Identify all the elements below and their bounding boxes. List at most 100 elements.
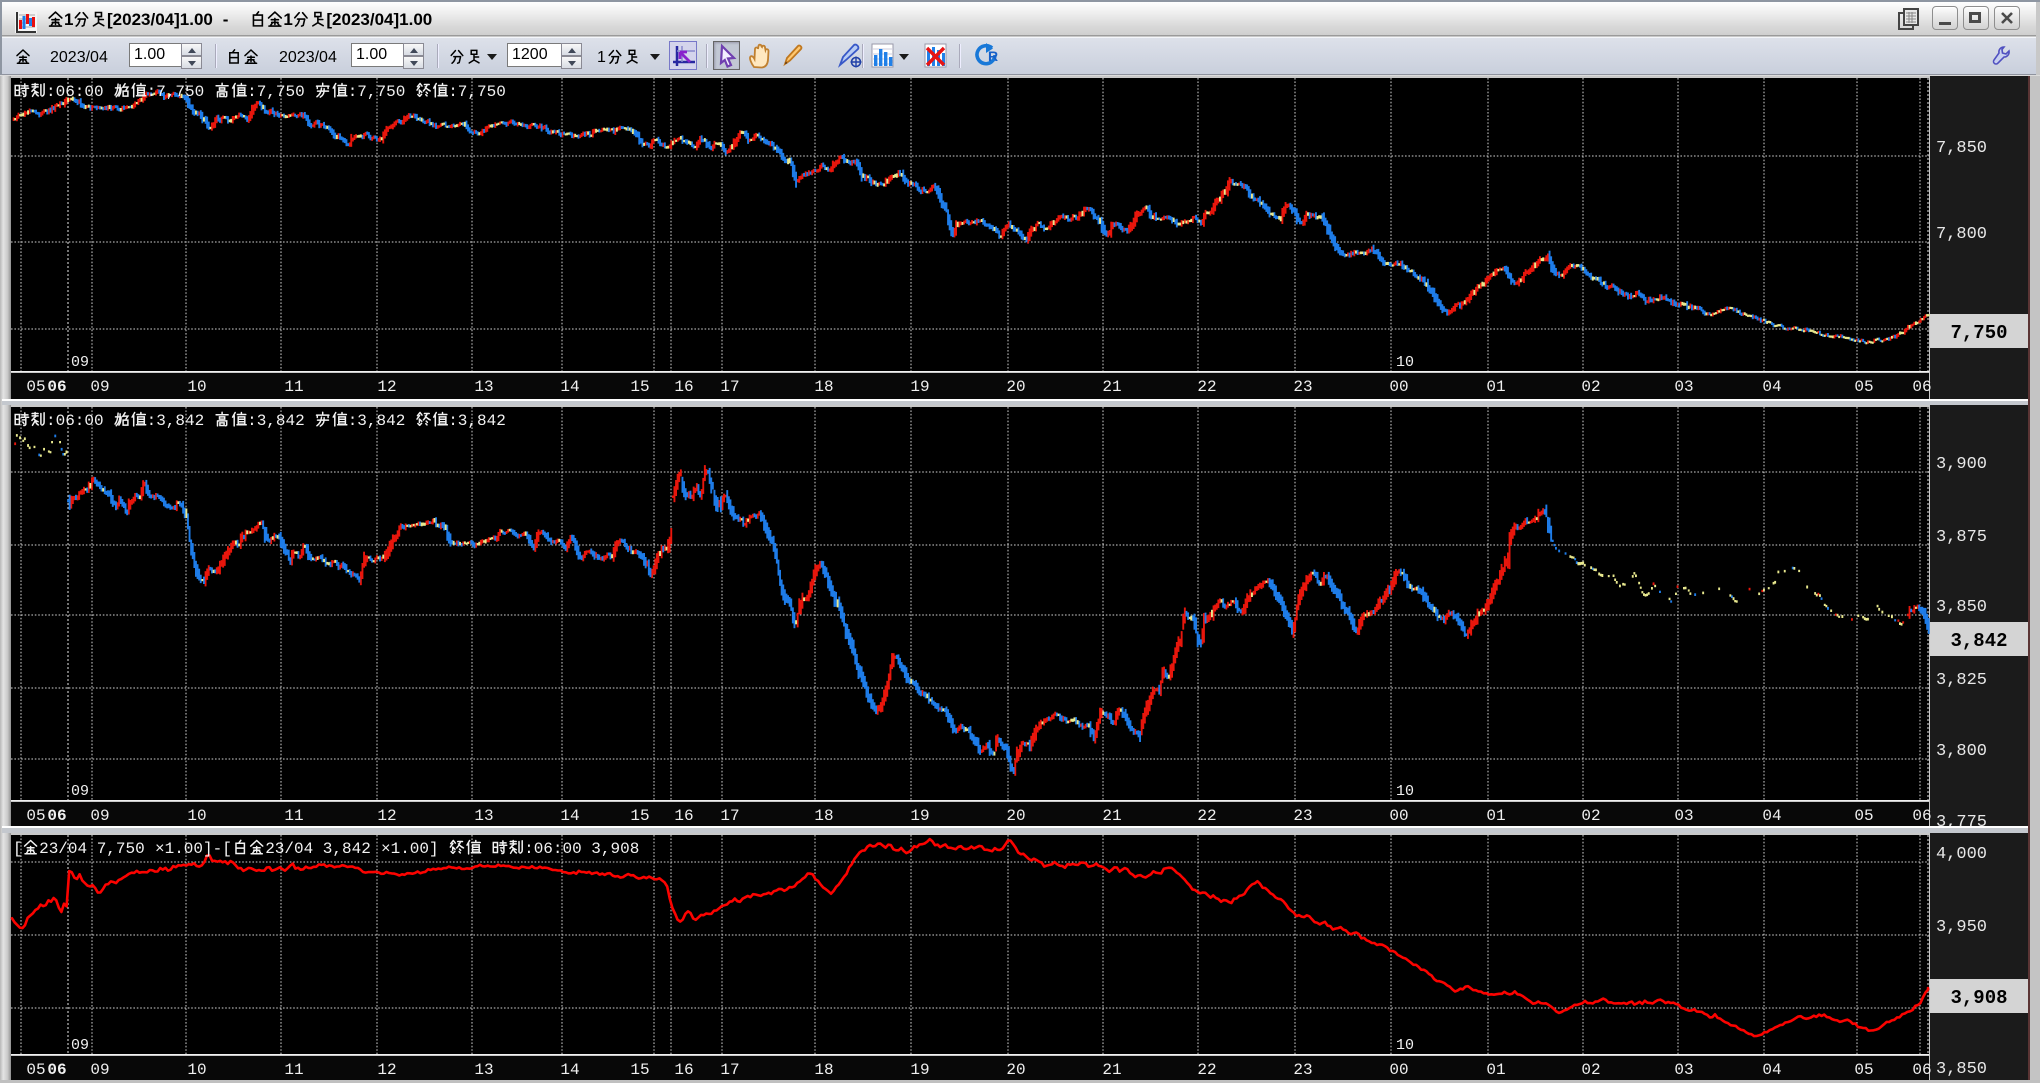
svg-text:22: 22 [1197, 378, 1216, 396]
svg-text:09: 09 [71, 783, 89, 800]
svg-text:21: 21 [1102, 1061, 1121, 1079]
svg-text:23: 23 [1293, 1061, 1312, 1079]
svg-text:04: 04 [1762, 1061, 1781, 1079]
svg-text:00: 00 [1389, 378, 1408, 396]
svg-text:[2023/04]1.00: [2023/04]1.00 [107, 10, 213, 29]
svg-text:23/04 3,842: 23/04 3,842 [265, 840, 371, 858]
svg-text:×: × [155, 840, 165, 858]
svg-text:10: 10 [1396, 1037, 1414, 1054]
svg-text:22: 22 [1197, 807, 1216, 825]
svg-text:×: × [381, 840, 391, 858]
svg-text:12: 12 [377, 1061, 396, 1079]
svg-text:17: 17 [720, 1061, 739, 1079]
svg-text:20: 20 [1006, 1061, 1025, 1079]
svg-text:21: 21 [1102, 807, 1121, 825]
svg-text:09: 09 [90, 378, 109, 396]
svg-text:[: [ [13, 840, 23, 858]
svg-text:19: 19 [910, 1061, 929, 1079]
svg-text::7,750: :7,750 [448, 83, 506, 101]
svg-text:R: R [988, 48, 998, 64]
svg-text:13: 13 [474, 807, 493, 825]
svg-text:05: 05 [1854, 378, 1873, 396]
svg-text:2023/04: 2023/04 [279, 49, 337, 66]
svg-text:23: 23 [1293, 807, 1312, 825]
svg-text:09: 09 [71, 354, 89, 371]
svg-text:06: 06 [1912, 1061, 1931, 1079]
svg-text:3,950: 3,950 [1936, 918, 1987, 937]
svg-text:04: 04 [1762, 807, 1781, 825]
svg-text:1.00]: 1.00] [391, 840, 439, 858]
svg-text:1: 1 [597, 49, 606, 66]
svg-text:23/04 7,750: 23/04 7,750 [39, 840, 145, 858]
svg-text:01: 01 [1486, 1061, 1505, 1079]
svg-text:22: 22 [1197, 1061, 1216, 1079]
svg-text:3,825: 3,825 [1936, 671, 1987, 690]
svg-text:12: 12 [377, 378, 396, 396]
svg-text:7,800: 7,800 [1936, 225, 1987, 244]
svg-text:02: 02 [1581, 378, 1600, 396]
svg-text:03: 03 [1674, 1061, 1693, 1079]
svg-text:1.00]-[: 1.00]-[ [165, 840, 232, 858]
svg-text:21: 21 [1102, 378, 1121, 396]
svg-text:16: 16 [674, 807, 693, 825]
svg-text:-: - [223, 10, 229, 29]
svg-text:18: 18 [814, 1061, 833, 1079]
svg-text::3,842: :3,842 [348, 412, 406, 430]
svg-text:14: 14 [560, 378, 579, 396]
svg-text:17: 17 [720, 807, 739, 825]
svg-text:13: 13 [474, 378, 493, 396]
svg-text:05: 05 [26, 1061, 45, 1079]
svg-text:7,850: 7,850 [1936, 139, 1987, 158]
svg-text:20: 20 [1006, 807, 1025, 825]
svg-text:09: 09 [90, 807, 109, 825]
svg-text:11: 11 [284, 378, 303, 396]
svg-text:00: 00 [1389, 1061, 1408, 1079]
svg-text:00: 00 [1389, 807, 1408, 825]
svg-text:3,800: 3,800 [1936, 742, 1987, 761]
svg-text:09: 09 [71, 1037, 89, 1054]
svg-text::3,842: :3,842 [147, 412, 205, 430]
svg-text:4,000: 4,000 [1936, 845, 1987, 864]
svg-text:7,750: 7,750 [1950, 322, 2007, 344]
svg-text:05: 05 [1854, 1061, 1873, 1079]
svg-text:06: 06 [1912, 378, 1931, 396]
svg-text:14: 14 [560, 807, 579, 825]
svg-text:3,908: 3,908 [1950, 987, 2007, 1009]
svg-text::3,842: :3,842 [448, 412, 506, 430]
svg-text:02: 02 [1581, 1061, 1600, 1079]
svg-text:3,850: 3,850 [1936, 598, 1987, 617]
svg-text::06:00: :06:00 [46, 83, 104, 101]
svg-text:01: 01 [1486, 378, 1505, 396]
svg-text:13: 13 [474, 1061, 493, 1079]
svg-text::7,750: :7,750 [247, 83, 305, 101]
svg-text:10: 10 [187, 378, 206, 396]
svg-text:05: 05 [26, 807, 45, 825]
svg-text:01: 01 [1486, 807, 1505, 825]
svg-text::06:00 3,908: :06:00 3,908 [524, 840, 639, 858]
svg-text:19: 19 [910, 807, 929, 825]
svg-text:1: 1 [283, 10, 292, 29]
svg-text:17: 17 [720, 378, 739, 396]
svg-text:06: 06 [47, 807, 66, 825]
svg-text:03: 03 [1674, 378, 1693, 396]
svg-text:14: 14 [560, 1061, 579, 1079]
svg-text:03: 03 [1674, 807, 1693, 825]
svg-text:2023/04: 2023/04 [50, 49, 108, 66]
svg-text:16: 16 [674, 1061, 693, 1079]
svg-text:06: 06 [47, 1061, 66, 1079]
svg-text:23: 23 [1293, 378, 1312, 396]
svg-text:09: 09 [90, 1061, 109, 1079]
svg-text:20: 20 [1006, 378, 1025, 396]
svg-text:16: 16 [674, 378, 693, 396]
svg-text:06: 06 [47, 378, 66, 396]
svg-text:18: 18 [814, 378, 833, 396]
svg-text:05: 05 [1854, 807, 1873, 825]
svg-text:05: 05 [26, 378, 45, 396]
svg-text:11: 11 [284, 1061, 303, 1079]
svg-text::3,842: :3,842 [247, 412, 305, 430]
svg-text:10: 10 [187, 807, 206, 825]
svg-text:3,850: 3,850 [1936, 1060, 1987, 1079]
svg-text:18: 18 [814, 807, 833, 825]
svg-text:10: 10 [1396, 783, 1414, 800]
svg-text:3,842: 3,842 [1950, 630, 2007, 652]
